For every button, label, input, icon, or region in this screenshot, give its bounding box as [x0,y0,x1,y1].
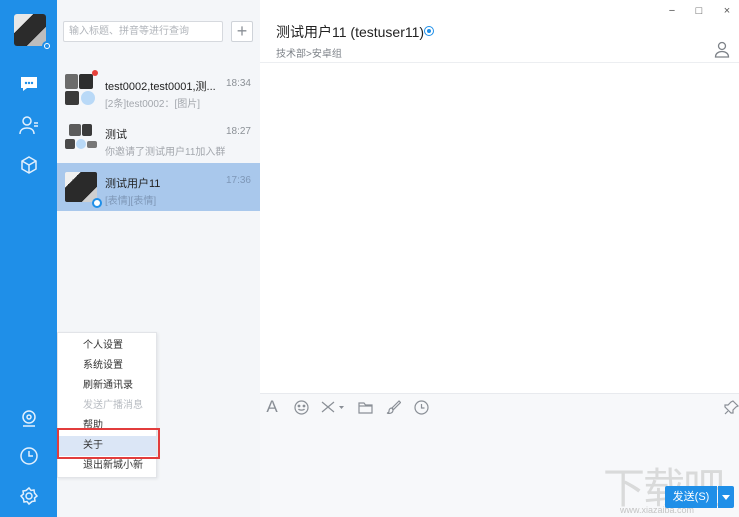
online-status-icon [42,41,52,51]
conversation-item-selected[interactable]: 测试用户11 17:36 [表情][表情] [57,163,260,211]
conversation-preview: [表情][表情] [105,196,157,207]
avatar [79,74,93,89]
avatar [65,74,78,89]
menu-item-refresh-contacts[interactable]: 刷新通讯录 [58,376,156,396]
cube-icon[interactable] [0,145,57,185]
emoji-icon[interactable] [291,397,311,417]
avatar [65,139,75,149]
minimize-button[interactable]: − [664,4,680,18]
default-user-icon [81,91,95,105]
left-nav-rail [0,0,57,517]
conversation-title: 测试 [105,129,127,141]
menu-item-exit[interactable]: 退出新城小新 [58,456,156,476]
default-user-icon [76,139,86,149]
menu-item-personal-settings[interactable]: 个人设置 [58,336,156,356]
conversation-item[interactable]: test0002,test0001,测... 18:34 [2条]test000… [57,66,260,114]
avatar [82,124,92,136]
online-status-icon [424,26,434,36]
settings-gear-icon[interactable] [0,476,57,516]
search-input[interactable]: 输入标题、拼音等进行查询 [63,21,223,42]
avatar [87,141,97,148]
close-button[interactable]: × [719,4,735,18]
brush-icon[interactable] [383,397,403,417]
chat-bubble-icon[interactable] [0,64,57,104]
my-avatar[interactable] [14,14,46,46]
maximize-button[interactable]: □ [691,4,707,18]
conversation-preview: 你邀请了测试用户11加入群 [105,147,226,158]
conversation-item[interactable]: 测试 18:27 你邀请了测试用户11加入群 [57,114,260,162]
highlight-box [57,428,160,459]
location-icon[interactable] [0,398,57,438]
conversation-time: 18:27 [225,126,251,137]
font-icon[interactable]: A [262,397,282,417]
contacts-icon[interactable] [0,105,57,145]
conversation-title: test0002,test0001,测... [105,81,216,93]
folder-icon[interactable] [355,397,375,417]
avatar [69,124,81,136]
conversation-title: 测试用户11 [105,178,161,190]
send-options-chevron-icon[interactable] [718,486,734,508]
pin-icon[interactable] [721,397,739,417]
conversation-preview: [2条]test0002：[图片] [105,99,201,110]
message-area[interactable] [260,63,739,393]
scissors-icon[interactable] [319,397,345,417]
chat-department: 技术部>安卓组 [276,49,342,60]
add-button[interactable]: + [231,21,253,42]
chat-title: 测试用户11 (testuser11) [276,24,425,40]
online-status-icon [92,198,102,208]
user-profile-icon[interactable] [714,40,730,58]
send-button[interactable]: 发送(S) [665,486,717,508]
clock-icon[interactable] [0,436,57,476]
unread-dot-icon [92,70,98,76]
conversation-time: 17:36 [225,175,251,186]
menu-item-system-settings[interactable]: 系统设置 [58,356,156,376]
history-clock-icon[interactable] [411,397,431,417]
conversation-time: 18:34 [225,78,251,89]
avatar [65,91,79,105]
avatar [65,172,97,202]
menu-item-broadcast: 发送广播消息 [83,400,143,411]
